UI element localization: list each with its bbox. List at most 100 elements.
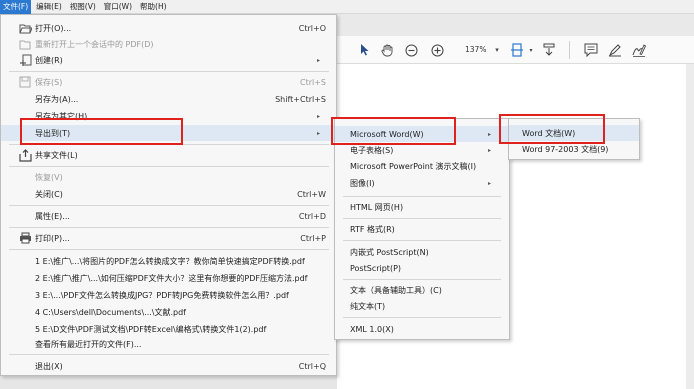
export-item-label: 图像(I): [350, 178, 375, 188]
properties-shortcut: Ctrl+D: [298, 211, 326, 221]
export-item-rtf[interactable]: RTF 格式(R): [335, 221, 509, 237]
recent-file-label: 1 E:\推广\...\将图片的PDF怎么转换成文字？教你简单快速搞定PDF转换…: [35, 256, 305, 266]
view-all-recent-label: 查看所有最近打开的文件(F)...: [35, 339, 142, 349]
recent-file-label: 5 E:\D文件\PDF测试文档\PDF转Excel\编格式\转换文件1(2).…: [35, 324, 267, 334]
create-pdf-icon: [18, 53, 32, 67]
select-arrow-icon[interactable]: [357, 42, 373, 58]
export-item-label: RTF 格式(R): [350, 224, 395, 234]
export-item-postscript[interactable]: PostScript(P): [335, 260, 509, 276]
recent-file-label: 2 E:\推广\推广\...\如何压缩PDF文件大小？这里有你想要的PDF压缩方…: [35, 273, 308, 283]
save-as-other-label: 另存为其它(H): [35, 111, 88, 121]
sign-icon[interactable]: [631, 42, 647, 58]
create-label: 创建(R): [35, 55, 63, 65]
hand-icon[interactable]: [379, 42, 395, 58]
menu-item-export-to[interactable]: 导出到(T) ▸: [1, 125, 336, 141]
right-panel-edge: [686, 64, 694, 389]
export-item-spreadsheet[interactable]: 电子表格(S) ▸: [335, 142, 509, 158]
recent-file-item[interactable]: 1 E:\推广\...\将图片的PDF怎么转换成文字？教你简单快速搞定PDF转换…: [1, 253, 336, 269]
reopen-icon: [18, 37, 32, 51]
open-label: 打开(O)...: [35, 23, 72, 33]
file-menu: 打开(O)... Ctrl+O 重新打开上一个会话中的 PDF(D) 创建(R)…: [0, 14, 337, 376]
fit-chevron-icon[interactable]: ▾: [523, 42, 539, 58]
export-item-accessible-text[interactable]: 文本（具备辅助工具）(C): [335, 282, 509, 298]
zoom-level[interactable]: 137%: [465, 45, 486, 54]
recent-file-item[interactable]: 5 E:\D文件\PDF测试文档\PDF转Excel\编格式\转换文件1(2).…: [1, 321, 336, 337]
menu-item-save[interactable]: 保存(S) Ctrl+S: [1, 74, 336, 90]
submenu-arrow-icon: ▸: [487, 130, 491, 138]
open-shortcut: Ctrl+O: [298, 23, 326, 33]
save-icon: [18, 75, 32, 89]
revert-label: 恢复(V): [35, 172, 63, 182]
recent-file-item[interactable]: 2 E:\推广\推广\...\如何压缩PDF文件大小？这里有你想要的PDF压缩方…: [1, 270, 336, 286]
menu-divider: [343, 196, 501, 197]
menu-item-save-as-other[interactable]: 另存为其它(H) ▸: [1, 108, 336, 124]
submenu-arrow-icon: ▸: [316, 56, 320, 64]
word-item-docx[interactable]: Word 文档(W): [509, 125, 639, 141]
properties-label: 属性(E)...: [35, 211, 70, 221]
menu-item-open[interactable]: 打开(O)... Ctrl+O: [1, 20, 336, 36]
export-item-label: 电子表格(S): [350, 145, 394, 155]
word-item-label: Word 97-2003 文档(9): [522, 144, 609, 154]
word-submenu: Word 文档(W) Word 97-2003 文档(9): [508, 118, 640, 160]
export-item-image[interactable]: 图像(I) ▸: [335, 175, 509, 191]
recent-file-item[interactable]: 3 E:\...\PDF文件怎么转换成JPG？PDF转JPG免费转换软件怎么用？…: [1, 287, 336, 303]
menu-item-share[interactable]: 共享文件(L): [1, 147, 336, 163]
submenu-arrow-icon: ▸: [316, 112, 320, 120]
menu-divider: [343, 279, 501, 280]
export-item-xml[interactable]: XML 1.0(X): [335, 321, 509, 337]
export-item-label: 内嵌式 PostScript(N): [350, 247, 429, 257]
export-item-powerpoint[interactable]: Microsoft PowerPoint 演示文稿(I): [335, 158, 509, 174]
menu-file[interactable]: 文件(F): [0, 0, 32, 14]
word-item-doc[interactable]: Word 97-2003 文档(9): [509, 141, 639, 157]
menu-divider: [343, 218, 501, 219]
menu-divider: [9, 166, 329, 167]
menu-divider: [9, 227, 329, 228]
export-submenu: Microsoft Word(W) ▸ 电子表格(S) ▸ Microsoft …: [334, 118, 510, 340]
save-label: 保存(S): [35, 77, 63, 87]
close-label: 关闭(C): [35, 189, 63, 199]
export-item-label: Microsoft PowerPoint 演示文稿(I): [350, 161, 477, 171]
submenu-arrow-icon: ▸: [316, 129, 320, 137]
menu-item-view-all-recent[interactable]: 查看所有最近打开的文件(F)...: [1, 336, 336, 352]
menu-item-exit[interactable]: 退出(X) Ctrl+Q: [1, 358, 336, 374]
highlight-pen-icon[interactable]: [607, 42, 623, 58]
menu-divider: [343, 240, 501, 241]
print-label: 打印(P)...: [35, 233, 70, 243]
menu-help[interactable]: 帮助(H): [137, 0, 170, 14]
reopen-label: 重新打开上一个会话中的 PDF(D): [35, 39, 154, 49]
scroll-icon[interactable]: [541, 42, 557, 58]
export-item-label: 文本（具备辅助工具）(C): [350, 285, 442, 295]
chevron-down-icon[interactable]: ▾: [489, 42, 505, 58]
menu-window[interactable]: 窗口(W): [101, 0, 135, 14]
export-item-plain-text[interactable]: 纯文本(T): [335, 298, 509, 314]
menu-item-revert[interactable]: 恢复(V): [1, 169, 336, 185]
menu-divider: [9, 249, 329, 250]
menu-item-print[interactable]: 打印(P)... Ctrl+P: [1, 230, 336, 246]
word-item-label: Word 文档(W): [522, 128, 576, 138]
export-item-html[interactable]: HTML 网页(H): [335, 199, 509, 215]
zoom-out-icon[interactable]: [403, 42, 419, 58]
share-icon: [18, 148, 32, 162]
menu-divider: [343, 317, 501, 318]
comment-icon[interactable]: [583, 42, 599, 58]
close-shortcut: Ctrl+W: [297, 189, 326, 199]
menu-item-create[interactable]: 创建(R) ▸: [1, 52, 336, 68]
recent-file-item[interactable]: 4 C:\Users\dell\Documents\...\文献.pdf: [1, 304, 336, 320]
menu-view[interactable]: 视图(V): [67, 0, 99, 14]
menu-item-reopen[interactable]: 重新打开上一个会话中的 PDF(D): [1, 36, 336, 52]
menu-item-save-as[interactable]: 另存为(A)... Shift+Ctrl+S: [1, 91, 336, 107]
recent-file-label: 4 C:\Users\dell\Documents\...\文献.pdf: [35, 307, 186, 317]
export-item-label: XML 1.0(X): [350, 324, 394, 334]
menu-edit[interactable]: 编辑(E): [33, 0, 65, 14]
zoom-in-icon[interactable]: [429, 42, 445, 58]
save-as-shortcut: Shift+Ctrl+S: [275, 94, 326, 104]
share-label: 共享文件(L): [35, 150, 78, 160]
menu-item-properties[interactable]: 属性(E)... Ctrl+D: [1, 208, 336, 224]
submenu-arrow-icon: ▸: [487, 179, 491, 187]
exit-shortcut: Ctrl+Q: [298, 361, 326, 371]
export-item-word[interactable]: Microsoft Word(W) ▸: [335, 126, 509, 142]
printer-icon: [18, 231, 32, 245]
print-shortcut: Ctrl+P: [300, 233, 326, 243]
export-item-eps[interactable]: 内嵌式 PostScript(N): [335, 244, 509, 260]
menu-item-close[interactable]: 关闭(C) Ctrl+W: [1, 186, 336, 202]
